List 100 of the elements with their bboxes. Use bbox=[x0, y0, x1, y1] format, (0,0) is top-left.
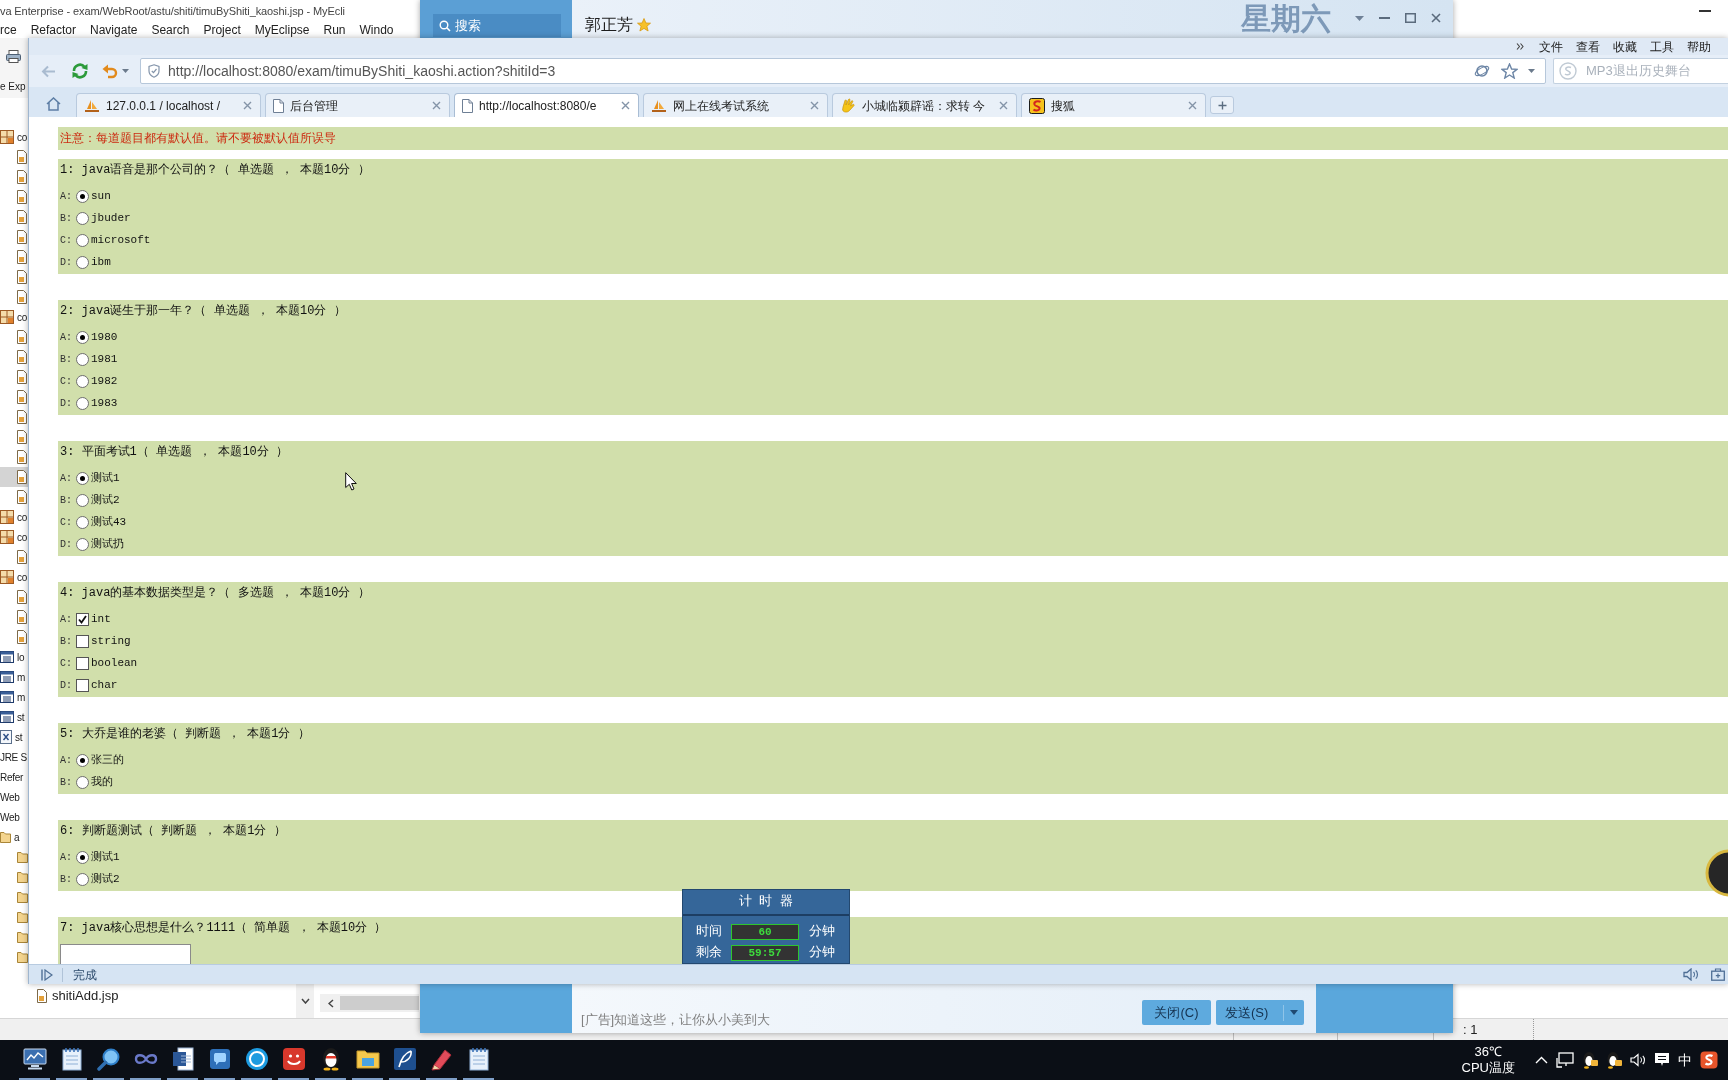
panel-tab[interactable]: e Exp bbox=[0, 78, 26, 94]
menu-item[interactable]: Navigate bbox=[90, 23, 138, 37]
home-icon[interactable] bbox=[46, 97, 61, 111]
option-letter: B: bbox=[60, 872, 73, 887]
browser-tab[interactable]: 127.0.0.1 / localhost / bbox=[76, 93, 261, 117]
option-label: 1981 bbox=[91, 351, 118, 367]
option-letter: C: bbox=[60, 515, 73, 530]
menu-item[interactable]: 文件 bbox=[1539, 39, 1563, 54]
play-bar-icon[interactable] bbox=[41, 968, 53, 981]
file-icon bbox=[17, 330, 27, 344]
file-item[interactable]: shitiAdd.jsp bbox=[37, 986, 296, 1006]
temperature-label: CPU温度 bbox=[1461, 1060, 1515, 1076]
close-icon[interactable] bbox=[621, 101, 630, 110]
browser-tab[interactable]: 网上在线考试系统 bbox=[643, 93, 828, 117]
browser-tab[interactable]: 后台管理 bbox=[265, 93, 450, 117]
checkbox[interactable] bbox=[76, 678, 89, 692]
scrollbar[interactable] bbox=[320, 994, 419, 1012]
maximize-icon[interactable] bbox=[1405, 13, 1416, 23]
radio-button[interactable] bbox=[76, 211, 89, 225]
tree-item[interactable]: co bbox=[0, 527, 28, 547]
caret-icon[interactable] bbox=[1290, 1010, 1298, 1015]
close-button[interactable]: 关闭(C) bbox=[1142, 1000, 1211, 1025]
new-tab-button[interactable] bbox=[1210, 96, 1234, 114]
browser-tab[interactable]: http://localhost:8080/e bbox=[454, 93, 639, 117]
menu-item[interactable]: rce bbox=[0, 23, 17, 37]
checkbox[interactable] bbox=[76, 634, 89, 648]
double-chevron-icon[interactable] bbox=[1516, 43, 1524, 50]
notepad-icon bbox=[468, 1047, 489, 1071]
scroll-thumb[interactable] bbox=[340, 996, 419, 1010]
radio-button[interactable] bbox=[76, 537, 89, 551]
briefcase-icon[interactable] bbox=[1711, 968, 1725, 981]
chevron-left-icon[interactable] bbox=[328, 998, 334, 1008]
logo-icon[interactable] bbox=[1700, 1051, 1718, 1069]
menu-item[interactable]: Windo bbox=[359, 23, 394, 37]
browser-tab[interactable]: 搜狐 bbox=[1021, 93, 1206, 117]
send-button[interactable]: 发送(S) bbox=[1216, 1000, 1304, 1025]
close-icon[interactable] bbox=[1431, 13, 1441, 23]
tree-item[interactable]: co bbox=[0, 567, 28, 587]
browser-tab[interactable]: 小城临颍辟谣：求转 今 bbox=[832, 93, 1017, 117]
search-field[interactable]: 搜索 bbox=[433, 14, 561, 37]
radio-button[interactable] bbox=[76, 493, 89, 507]
menu-item[interactable]: 帮助 bbox=[1687, 39, 1711, 54]
option-label: 测试1 bbox=[91, 849, 120, 865]
radio-button[interactable] bbox=[76, 471, 89, 485]
radio-button[interactable] bbox=[76, 753, 89, 767]
option-letter: C: bbox=[60, 233, 73, 248]
close-icon[interactable] bbox=[243, 101, 252, 110]
menu-item[interactable]: Project bbox=[203, 23, 241, 37]
radio-button[interactable] bbox=[76, 374, 89, 388]
radio-button[interactable] bbox=[76, 775, 89, 789]
close-icon[interactable] bbox=[810, 101, 819, 110]
file-icon bbox=[17, 590, 27, 604]
speaker-icon[interactable] bbox=[1630, 1053, 1646, 1067]
checkbox[interactable] bbox=[76, 656, 89, 670]
tree-item[interactable]: co bbox=[0, 127, 28, 147]
file-icon bbox=[17, 250, 27, 264]
menu-item[interactable]: Run bbox=[323, 23, 346, 37]
option-label: 测试43 bbox=[91, 514, 127, 530]
penguin-icon[interactable] bbox=[1606, 1051, 1622, 1069]
network-icon[interactable] bbox=[1556, 1052, 1574, 1068]
checkbox[interactable] bbox=[76, 612, 89, 626]
star-icon[interactable] bbox=[1501, 63, 1518, 79]
menu-item[interactable]: 查看 bbox=[1576, 39, 1600, 54]
printer-icon[interactable] bbox=[6, 49, 21, 63]
option-label: int bbox=[91, 611, 111, 627]
chevron-down-icon[interactable] bbox=[300, 998, 310, 1004]
penguin-icon[interactable] bbox=[1582, 1051, 1598, 1069]
radio-button[interactable] bbox=[76, 352, 89, 366]
radio-button[interactable] bbox=[76, 850, 89, 864]
menu-item[interactable]: MyEclipse bbox=[254, 23, 310, 37]
input-method-indicator[interactable]: 中 bbox=[1678, 1049, 1692, 1071]
close-icon[interactable] bbox=[432, 101, 441, 110]
option-letter: A: bbox=[60, 189, 73, 204]
scrollbar[interactable] bbox=[296, 984, 314, 1018]
chevron-up-icon[interactable] bbox=[1535, 1056, 1548, 1064]
tree-item[interactable]: co bbox=[0, 307, 28, 327]
radio-button[interactable] bbox=[76, 396, 89, 410]
close-icon[interactable] bbox=[999, 101, 1008, 110]
tree-item[interactable]: co bbox=[0, 507, 28, 527]
close-icon[interactable] bbox=[1188, 101, 1197, 110]
menu-item[interactable]: Search bbox=[151, 23, 190, 37]
answer-field[interactable] bbox=[60, 944, 191, 964]
radio-button[interactable] bbox=[76, 189, 89, 203]
radio-button[interactable] bbox=[76, 233, 89, 247]
menu-item[interactable]: 工具 bbox=[1650, 39, 1674, 54]
option-letter: D: bbox=[60, 678, 73, 693]
plus-icon bbox=[1217, 100, 1227, 110]
timer-label: 剩余 bbox=[696, 944, 723, 963]
radio-button[interactable] bbox=[76, 515, 89, 529]
tree-item[interactable] bbox=[0, 467, 28, 487]
pencil-icon bbox=[429, 1047, 454, 1071]
radio-button[interactable] bbox=[76, 330, 89, 344]
radio-button[interactable] bbox=[76, 255, 89, 269]
refresh-icon[interactable] bbox=[71, 62, 89, 80]
address-field[interactable]: http://localhost:8080/exam/timuByShiti_kaoshi.action?shitiId=3 bbox=[140, 58, 1546, 84]
radio-button[interactable] bbox=[76, 872, 89, 886]
message-icon[interactable] bbox=[1654, 1052, 1670, 1068]
menu-item[interactable]: 收藏 bbox=[1613, 39, 1637, 54]
menu-item[interactable]: Refactor bbox=[30, 23, 77, 37]
orbit-icon[interactable] bbox=[1474, 63, 1490, 79]
